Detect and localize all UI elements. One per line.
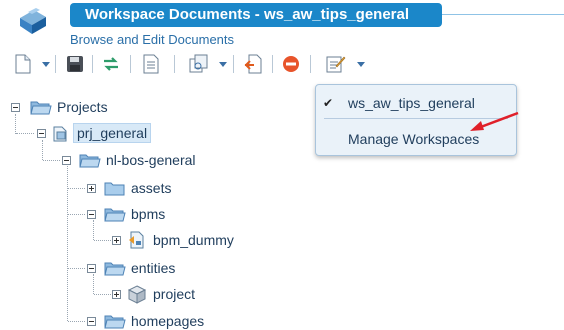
annotation-arrow-icon (470, 111, 519, 131)
